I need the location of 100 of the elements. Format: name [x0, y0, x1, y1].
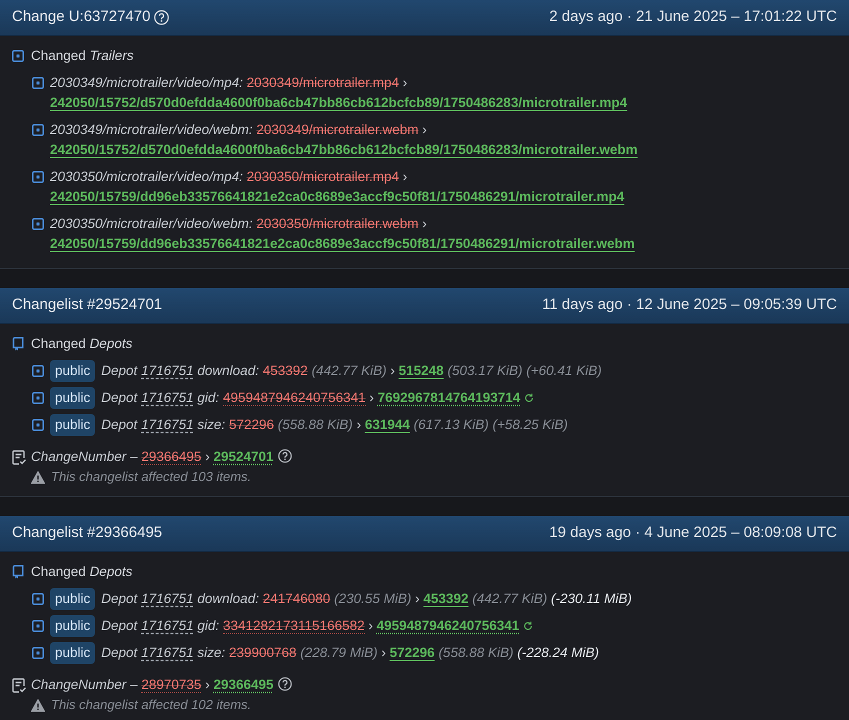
new-value-link[interactable]: 242050/15759/dd96eb33576641821e2ca0c8689e3accf9c50f81/1750486291/microtrailer.webm [50, 236, 635, 251]
field-label: gid: [197, 618, 220, 633]
depot-label: Depot [101, 417, 138, 432]
new-value-link[interactable]: 631944 [364, 417, 410, 432]
size-difference: (+60.41 KiB) [526, 363, 602, 378]
depot-id-link[interactable]: 1716751 [141, 618, 194, 633]
new-size: (558.88 KiB) [438, 645, 514, 660]
new-value-link[interactable]: 242050/15759/dd96eb33576641821e2ca0c8689e3accf9c50f81/1750486291/microtrailer.mp4 [50, 189, 624, 204]
old-value: 2030350/microtrailer.webm [256, 216, 418, 231]
section-title: Changed Depots [31, 334, 132, 353]
separator: › [415, 591, 420, 606]
help-icon[interactable] [278, 677, 292, 691]
old-value: 572296 [228, 417, 274, 432]
new-value-link[interactable]: 515248 [398, 363, 444, 378]
depot-label: Depot [101, 645, 138, 660]
visibility-badge: public [50, 414, 96, 436]
old-size: (228.79 MiB) [300, 645, 378, 660]
visibility-badge: public [50, 615, 96, 637]
separator: › [205, 677, 210, 692]
old-size: (230.55 MiB) [334, 591, 412, 606]
new-size: (617.13 KiB) [414, 417, 489, 432]
depot-id-link[interactable]: 1716751 [141, 390, 194, 405]
timestamp: 11 days ago · 12 June 2025 – 09:05:39 UTC [542, 295, 837, 316]
depot-id-link[interactable]: 1716751 [141, 363, 194, 378]
new-value: 29366495 [213, 677, 274, 692]
separator: › [356, 417, 362, 432]
separator: › [402, 169, 408, 184]
depot-label: Depot [101, 618, 138, 633]
affected-note: This changelist affected 103 items. [51, 468, 252, 486]
dot-square-icon [32, 171, 44, 183]
warning-icon [31, 470, 45, 484]
dot-square-icon [32, 593, 44, 605]
depot-id-link[interactable]: 1716751 [141, 591, 194, 606]
dot-square-icon [12, 50, 24, 62]
separator: › [381, 645, 386, 660]
field-label: ChangeNumber [31, 677, 126, 692]
separator: › [205, 449, 210, 464]
new-value: 7692967814764193714 [378, 390, 520, 405]
dot-square-icon [32, 419, 44, 431]
dot-square-icon [32, 124, 44, 136]
new-size: (442.77 KiB) [472, 591, 548, 606]
trailer-path: 2030350/microtrailer/video/mp4: [50, 169, 243, 184]
affected-note: This changelist affected 102 items. [51, 696, 252, 714]
depot-label: Depot [101, 390, 138, 405]
dot-square-icon [32, 218, 44, 230]
dot-square-icon [32, 77, 44, 89]
old-value: 28970735 [141, 677, 202, 693]
trailer-path: 2030349/microtrailer/video/webm: [50, 122, 253, 137]
visibility-badge: public [50, 642, 96, 664]
new-value-link[interactable]: 572296 [390, 645, 435, 660]
size-difference: (+58.25 KiB) [492, 417, 568, 432]
new-size: (503.17 KiB) [447, 363, 523, 378]
old-value: 2030349/microtrailer.webm [256, 122, 418, 137]
old-value: 453392 [262, 363, 308, 378]
field-label: ChangeNumber [31, 449, 126, 464]
depot-label: Depot [101, 591, 138, 606]
depot-label: Depot [101, 363, 138, 378]
field-label: download: [197, 363, 259, 378]
visibility-badge: public [50, 387, 96, 409]
field-label: download: [197, 591, 259, 606]
book-icon [12, 565, 24, 579]
card-title: Changelist #29366495 [12, 523, 162, 544]
help-icon[interactable] [278, 449, 292, 463]
old-size: (558.88 KiB) [278, 417, 353, 432]
timestamp: 2 days ago · 21 June 2025 – 17:01:22 UTC [549, 7, 837, 28]
field-label: gid: [197, 390, 220, 405]
card-title: Changelist #29524701 [12, 295, 162, 316]
visibility-badge: public [50, 588, 96, 610]
document-check-icon [12, 450, 26, 464]
separator: › [422, 216, 427, 231]
new-value: 4959487946240756341 [376, 618, 520, 633]
refresh-icon[interactable] [523, 621, 534, 631]
new-value-link[interactable]: 242050/15752/d570d0efdda4600f0ba6cb47bb86cb612bcfcb89/1750486283/microtrailer.mp4 [50, 95, 628, 110]
card-title: Change U:63727470 [12, 7, 150, 28]
dash-separator: – [130, 677, 138, 692]
separator: › [390, 363, 395, 378]
depot-id-link[interactable]: 1716751 [141, 417, 194, 432]
new-value: 29524701 [213, 449, 274, 464]
size-difference: (-228.24 MiB) [517, 645, 600, 660]
separator: › [368, 618, 373, 633]
section-title: Changed Trailers [31, 46, 134, 65]
dot-square-icon [32, 365, 44, 377]
new-value-link[interactable]: 242050/15752/d570d0efdda4600f0ba6cb47bb86cb612bcfcb89/1750486283/microtrailer.webm [50, 142, 638, 157]
separator: › [422, 122, 427, 137]
book-icon [12, 337, 24, 351]
refresh-icon[interactable] [524, 393, 534, 403]
separator: › [402, 75, 408, 90]
old-value: 2030350/microtrailer.mp4 [246, 169, 399, 184]
visibility-badge: public [50, 360, 96, 382]
warning-icon [31, 698, 45, 712]
new-value-link[interactable]: 453392 [423, 591, 468, 606]
old-value: 4959487946240756341 [222, 390, 366, 406]
old-value: 29366495 [141, 449, 202, 465]
old-value: 2030349/microtrailer.mp4 [246, 75, 399, 90]
dash-separator: – [130, 449, 138, 464]
separator: › [369, 390, 374, 405]
depot-id-link[interactable]: 1716751 [141, 645, 194, 660]
old-value: 3341282173115166582 [222, 618, 365, 634]
trailer-path: 2030349/microtrailer/video/mp4: [50, 75, 243, 90]
old-value: 241746080 [262, 591, 330, 606]
